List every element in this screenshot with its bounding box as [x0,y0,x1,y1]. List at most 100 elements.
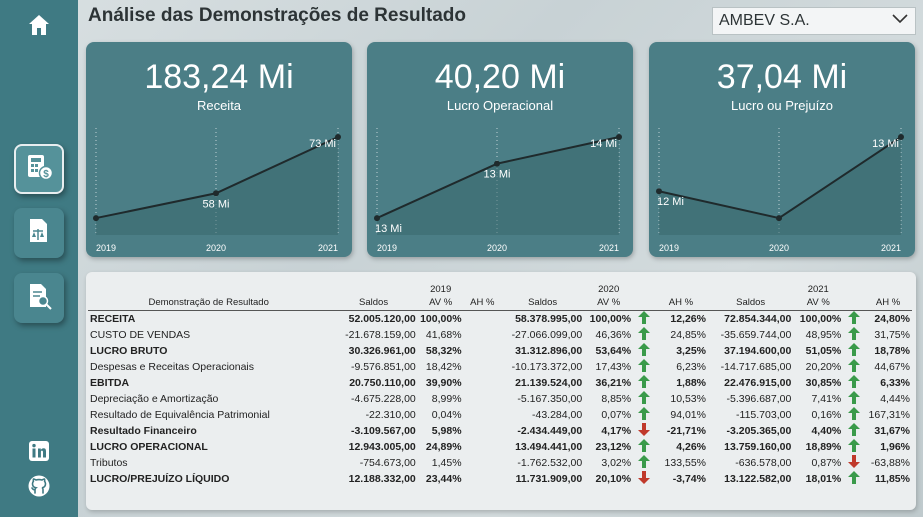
report-nav-button[interactable] [14,273,64,323]
ah-cell: 4,44% [880,392,910,405]
av-cell: 0,87% [811,456,842,469]
saldo-cell: -21.678.159,00 [345,328,416,341]
x-tick-label: 2019 [377,243,397,253]
kpi-label: Receita [196,98,242,113]
ah-cell [464,471,501,487]
av-cell: 20,20% [805,360,842,373]
av-cell: 0,07% [601,408,632,421]
table-row[interactable]: CUSTO DE VENDAS -21.678.159,00 41,68% -27.0… [88,326,912,343]
kpi-card-lucro-prejuizo: 37,04 Mi Lucro ou Prejuízo 12 Mi 2019 2020… [649,42,915,257]
column-header-ah[interactable]: AH % [864,296,912,310]
table-row[interactable]: Tributos -754.673,00 1,45% -1.762.532,00 3,0… [88,454,912,471]
saldo-cell: -5.396.687,00 [726,392,792,405]
table-row[interactable]: LUCRO OPERACIONAL 12.943.005,00 24,89% 13.4… [88,438,912,455]
ah-cell: 94,01% [670,408,706,421]
company-dropdown-value: AMBEV S.A. [719,12,810,29]
column-header-ah[interactable]: AH % [464,296,501,310]
arrow-up-icon [633,406,654,423]
ah-cell [464,375,501,391]
saldo-cell: -27.066.099,00 [511,328,583,341]
github-icon[interactable] [27,474,51,498]
arrow-up-icon [633,342,654,359]
company-dropdown[interactable]: AMBEV S.A. [712,7,916,35]
ah-cell [464,359,501,375]
data-point [93,215,99,222]
column-header-ah[interactable]: AH % [654,296,708,310]
saldo-cell: 13.494.441,00 [515,440,583,453]
table-row[interactable]: LUCRO/PREJUÍZO LÍQUIDO 12.188.332,00 23,44… [88,470,912,487]
av-cell: 100,00% [584,309,634,327]
av-cell: 0,04% [431,408,462,421]
kpi-label: Lucro ou Prejuízo [731,98,833,113]
arrow-up-icon [843,422,864,439]
arrow-up-icon [843,470,864,487]
av-cell: 0,16% [811,408,842,421]
ah-cell: 6,33% [880,376,910,389]
table-row[interactable]: Despesas e Receitas Operacionais -9.576.8… [88,358,912,375]
ah-cell: 18,78% [874,344,910,357]
saldo-cell: 20.750.110,00 [349,376,416,389]
ah-cell: 4,26% [676,440,706,453]
column-header-saldos[interactable]: Saldos [501,296,584,310]
data-point [776,215,782,222]
column-header-saldos[interactable]: Saldos [329,296,417,310]
year-header-2021: 2021 [807,283,829,295]
linkedin-icon[interactable] [28,440,50,462]
kpi-value: 40,20 Mi [434,58,566,96]
income-statement-panel: 2019 2020 2021 Demonstração de Resultado… [86,272,916,510]
table-row[interactable]: Depreciação e Amortização -4.675.228,00 8,… [88,390,912,407]
kpi-card-receita: 183,24 Mi Receita 2019 58 Mi 2020 73 Mi 2021 [86,42,352,257]
row-label: Despesas e Receitas Operacionais [90,360,255,373]
year-header-2020: 2020 [598,283,620,295]
column-header-label[interactable]: Demonstração de Resultado [88,296,329,310]
arrow-up-icon [843,406,864,423]
kpi-value: 37,04 Mi [716,58,848,96]
av-cell: 23,44% [425,472,462,485]
balance-nav-button[interactable] [14,208,64,258]
column-header-saldos[interactable]: Saldos [708,296,793,310]
saldo-cell: 13.122.582,00 [724,472,792,485]
x-tick-label: 2021 [318,243,338,253]
av-cell: 1,45% [431,456,462,469]
table-row[interactable]: Resultado de Equivalência Patrimonial -22… [88,406,912,423]
av-cell: 51,05% [805,344,842,357]
chevron-down-icon [891,12,909,30]
saldo-cell: -14.717.685,00 [720,360,792,373]
saldo-cell: -2.434.449,00 [517,424,583,437]
row-label: CUSTO DE VENDAS [90,328,191,341]
arrow-up-icon [633,326,654,343]
av-cell: 3,02% [601,456,632,469]
ah-cell: 10,53% [670,392,706,405]
kpi-line-chart: 2019 58 Mi 2020 73 Mi 2021 [93,128,341,253]
ah-cell: 24,85% [670,328,706,341]
table-row[interactable]: EBITDA 20.750.110,00 39,90% 21.139.524,00 36… [88,374,912,391]
x-tick-label: 2019 [659,243,679,253]
saldo-cell: 22.476.915,00 [724,376,792,389]
row-label: EBITDA [90,376,130,389]
column-header-av[interactable]: AV % [584,296,633,310]
av-cell: 4,17% [601,424,632,437]
av-cell: 7,41% [811,392,842,405]
finance-nav-button[interactable]: $ [14,144,64,194]
arrow-up-icon [843,342,864,359]
data-label: 13 Mi [484,169,511,181]
ah-cell: 31,75% [874,328,910,341]
table-row[interactable]: Resultado Financeiro -3.109.567,00 5,98% -2… [88,422,912,439]
document-search-icon [24,281,54,316]
saldo-cell: 21.139.524,00 [515,376,583,389]
av-cell: 4,40% [811,424,842,437]
column-header-av[interactable]: AV % [418,296,464,310]
ah-cell: 3,25% [676,344,706,357]
saldo-cell: -10.173.372,00 [511,360,583,373]
table-row[interactable]: RECEITA 52.005.120,00 100,00% 58.378.995,00… [88,309,912,327]
table-row[interactable]: LUCRO BRUTO 30.326.961,00 58,32% 31.312.896… [88,342,912,359]
ah-cell [464,423,501,439]
column-header-av[interactable]: AV % [793,296,843,310]
ah-cell: 44,67% [874,360,910,373]
arrow-up-icon [633,374,654,391]
kpi-value: 183,24 Mi [144,58,294,96]
av-cell: 36,21% [595,376,632,389]
ah-cell: -21,71% [666,424,706,437]
av-cell: 20,10% [595,472,632,485]
home-icon[interactable] [26,12,52,38]
